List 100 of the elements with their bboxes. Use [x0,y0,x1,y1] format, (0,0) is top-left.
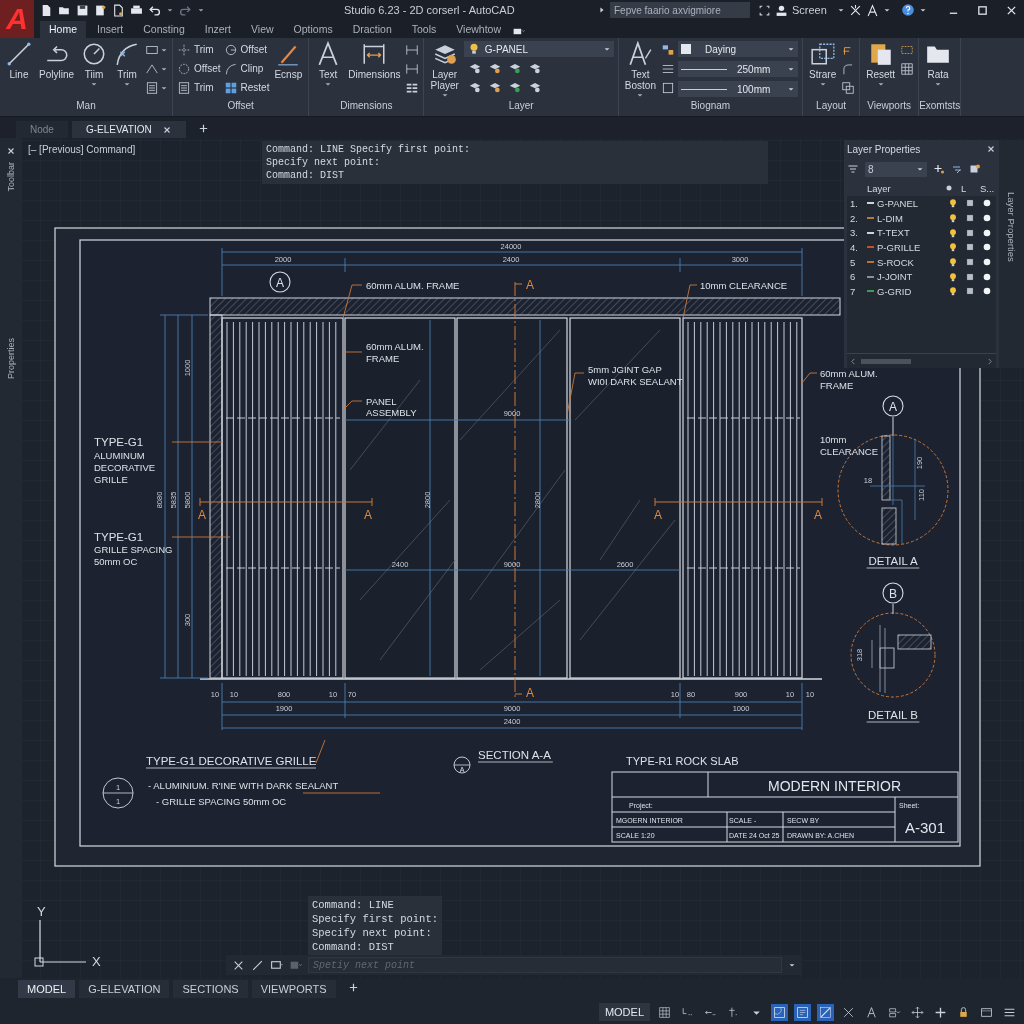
dimension-icon[interactable] [405,61,420,76]
property-dropdown[interactable]: 250mm [678,61,798,77]
panel-title-button[interactable]: Dimensions [309,100,424,116]
search-field[interactable]: Fepve faario axvigmiore [610,2,750,18]
ribbon-tool-button[interactable]: Text Boston [622,41,658,99]
layout-tab[interactable]: MODEL [18,980,76,998]
close-icon[interactable] [986,144,996,154]
ribbon-tool-button[interactable]: Dimensions [346,41,403,80]
account-button[interactable]: Screen [775,3,833,17]
add-icon[interactable] [197,123,209,134]
close-icon[interactable] [1006,4,1017,16]
layout-tab[interactable]: SECTIONS [173,980,248,998]
lock-icon[interactable] [965,271,975,282]
lock-icon[interactable] [965,286,975,297]
grid-icon[interactable] [900,61,915,76]
column-header[interactable]: Layer [867,182,941,194]
caret-icon[interactable] [166,6,174,14]
layer-dropdown[interactable]: G-PANEL [463,41,614,57]
layer-states-icon[interactable] [951,163,963,175]
text-style-icon[interactable] [865,3,879,17]
layer-row[interactable]: 5 S-ROCK [847,254,996,270]
document-tab[interactable]: Node [16,121,68,138]
lineweight-icon[interactable] [817,1003,834,1021]
caret-icon[interactable] [197,6,205,14]
scroll-right-icon[interactable] [986,357,993,365]
print-icon[interactable] [130,3,143,17]
property-dropdown[interactable]: 100mm [678,81,798,97]
plot-icon[interactable] [982,227,992,238]
ribbon-tool-button[interactable]: Line [4,41,34,80]
panel-title-button[interactable]: Viewports [860,100,919,116]
layer-row[interactable]: 2. L-DIM [847,210,996,226]
panel-title-button[interactable]: Exomtsts [919,100,961,116]
document-icon[interactable] [94,3,107,17]
close-icon[interactable] [6,146,16,156]
caret-icon[interactable] [788,961,796,969]
ribbon-tool-button[interactable]: Ecnsp [272,41,305,80]
ribbon-tab[interactable]: Viewhtow [447,21,511,38]
panel-title-button[interactable]: Man [0,100,173,116]
box-icon[interactable] [661,80,675,95]
ribbon-tool-button[interactable]: Clinp [223,60,270,77]
list-icon[interactable] [145,80,160,95]
lock-icon[interactable] [965,257,975,268]
bulb-icon[interactable] [948,198,958,209]
ribbon-tool-button[interactable]: Layer Player [428,41,461,99]
lock-icon[interactable] [965,198,975,209]
ribbon-tool-button[interactable]: Strare [807,41,839,88]
screen-icon[interactable] [270,958,283,972]
ribbon-tool-button[interactable]: Resett [864,41,898,88]
panel-title-button[interactable]: Layer [424,100,618,116]
ribbon-tab[interactable]: Optioms [284,21,342,38]
bulb-icon[interactable] [948,286,958,297]
cross-tool-icon[interactable] [848,3,862,17]
plot-icon[interactable] [982,213,992,224]
bulb-icon[interactable] [948,227,958,238]
maximize-icon[interactable] [977,4,988,16]
filter-icon[interactable] [847,163,859,175]
ribbon-tab[interactable]: Consting [134,21,194,38]
redo-icon[interactable] [179,3,192,17]
column-header[interactable]: S... [980,183,992,193]
panel-title-button[interactable]: Offset [173,100,309,116]
tracking-icon[interactable] [794,1003,811,1021]
layout-tab[interactable]: G-ELEVATION [79,980,170,998]
properties-icon[interactable] [661,42,675,57]
copy-icon[interactable] [841,80,856,95]
pen-icon[interactable] [251,958,264,972]
scroll-left-icon[interactable] [850,357,857,365]
ribbon-tool-button[interactable]: Offset [223,41,270,58]
plot-icon[interactable] [982,271,992,282]
layout-tab[interactable]: VIEWPORTS [251,980,336,998]
bulb-icon[interactable] [948,271,958,282]
property-dropdown[interactable]: Daying [678,41,798,57]
help-icon[interactable] [900,3,915,17]
ribbon-tool-button[interactable]: Trim [177,41,221,58]
lock-icon[interactable] [965,213,975,224]
ribbon-tool-button[interactable]: Tiim [79,41,110,88]
expand-arrow-icon[interactable] [598,6,606,14]
caret-icon[interactable] [882,6,891,14]
bulb-icon[interactable] [948,213,958,224]
side-panel-tab[interactable]: Properties [6,337,16,379]
document-tab[interactable]: G-ELEVATION [71,121,186,138]
close-icon[interactable] [161,124,172,135]
ribbon-tool-button[interactable]: Trim [112,41,143,88]
layer-row[interactable]: 4. P-GRILLE [847,240,996,255]
new-layer-icon[interactable] [933,163,945,175]
column-header[interactable]: L [961,183,973,193]
ribbon-tab[interactable]: Draction [343,21,401,38]
lock-icon[interactable] [965,227,975,238]
bulb-icon[interactable] [948,257,958,268]
ribbon-tab[interactable]: Inzert [195,21,240,38]
ribbon-tab[interactable]: View [242,21,283,38]
angle-icon[interactable] [145,61,160,76]
ribbon-tab[interactable]: Tools [402,21,446,38]
viewport-controls-label[interactable]: [– [Previous] Command] [28,144,136,155]
undo-icon[interactable] [148,3,161,17]
layer-row[interactable]: 1. G-PANEL [847,196,996,211]
bulb-icon[interactable] [948,242,958,253]
layer-row[interactable]: 3. T-TEXT [847,225,996,241]
object-snap-icon[interactable] [771,1003,788,1021]
side-panel-tab[interactable]: Toolbar [6,162,16,192]
add-icon[interactable] [347,981,359,993]
